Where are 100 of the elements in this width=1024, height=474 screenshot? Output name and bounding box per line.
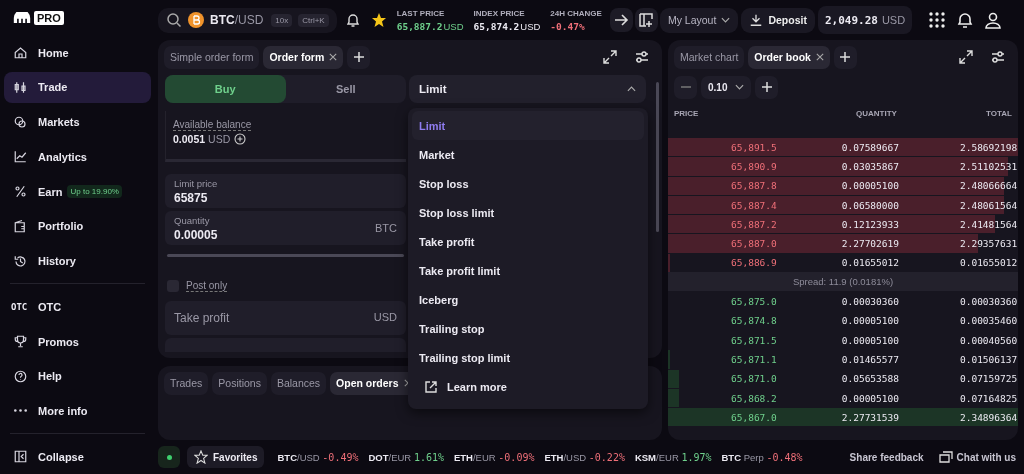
panel-tab[interactable]: Order form: [263, 45, 344, 69]
layout-dropdown[interactable]: My Layout: [659, 7, 739, 33]
add-widget-button[interactable]: [634, 8, 658, 32]
sidebar-item[interactable]: Portfolio: [4, 210, 151, 242]
menu-item[interactable]: Trailing stop limit: [412, 343, 644, 372]
menu-item[interactable]: Limit: [412, 111, 644, 140]
panel-tab[interactable]: Order book: [748, 45, 830, 69]
increase-button[interactable]: [755, 75, 779, 99]
bid-price: 65,871.1: [731, 353, 777, 365]
arrow-button[interactable]: [609, 8, 633, 32]
panel-tab[interactable]: Trades: [164, 371, 209, 395]
tick-size-dropdown[interactable]: 0.10: [701, 75, 752, 99]
total-cell: 2.48066664: [959, 180, 1018, 192]
close-icon[interactable]: [815, 53, 824, 61]
stat-label: LAST PRICE: [396, 8, 446, 18]
quantity-cell: 0.03035867: [841, 160, 899, 172]
ask-price: 65,887.2: [731, 218, 777, 230]
caret-icon: [627, 86, 636, 92]
sidebar-item[interactable]: Markets: [4, 106, 151, 138]
sidebar-item[interactable]: History: [4, 245, 151, 277]
quantity-cell: 0.01465577: [841, 353, 899, 365]
add-tab-button[interactable]: [833, 45, 857, 69]
menu-item[interactable]: Iceberg: [412, 285, 644, 314]
caret-icon: [735, 84, 745, 90]
logo-icon: [13, 11, 31, 24]
bid-price: 65,871.5: [731, 334, 777, 346]
user-icon[interactable]: [984, 11, 1003, 29]
bell-icon[interactable]: [956, 11, 975, 29]
menu-item[interactable]: Stop loss limit: [412, 198, 644, 227]
sidebar-item[interactable]: Help: [4, 360, 151, 392]
expand-icon[interactable]: [602, 49, 618, 65]
ticker-item[interactable]: BTC Perp -0.48%: [721, 451, 803, 463]
chat-link[interactable]: Chat with us: [938, 450, 1016, 464]
sidebar-item[interactable]: Promos: [4, 325, 151, 358]
deposit-button[interactable]: Deposit: [741, 7, 815, 33]
ask-price: 65,887.4: [731, 199, 777, 211]
currency-unit: USD: [373, 311, 397, 323]
add-circle-icon[interactable]: [234, 133, 247, 145]
sidebar-item[interactable]: More info: [4, 395, 151, 427]
ticker-item[interactable]: DOT/EUR 1.61%: [368, 451, 444, 463]
total-cell: 2.34896364: [959, 411, 1018, 423]
side-toggle[interactable]: Sell: [285, 75, 406, 103]
panel-tab[interactable]: Positions: [212, 371, 267, 395]
sidebar-item[interactable]: Home: [4, 36, 151, 69]
sidebar-item[interactable]: Analytics: [4, 141, 151, 173]
total-cell: 0.07159725: [959, 373, 1018, 385]
nav-icon: [13, 368, 28, 384]
bell-icon[interactable]: [344, 12, 361, 28]
column-header: QUANTITY: [856, 108, 898, 118]
chat-icon: [938, 450, 953, 464]
shortcut-hint: Ctrl+K: [298, 13, 329, 27]
ticker-item[interactable]: BTC/USD -0.49%: [277, 451, 359, 463]
quantity-field[interactable]: Quantity 0.00005 BTC: [165, 211, 406, 245]
nav-icon: [13, 149, 28, 165]
bitcoin-icon: [188, 12, 204, 28]
order-type-dropdown[interactable]: Limit: [409, 75, 646, 103]
nav-icon: [13, 334, 28, 349]
total-cell: 2.29357631: [959, 238, 1018, 250]
sidebar-item[interactable]: Earn Up to 19.90%: [4, 175, 151, 208]
market-search[interactable]: BTC/USD 10x Ctrl+K: [158, 7, 337, 33]
share-feedback-link[interactable]: Share feedback: [849, 451, 924, 463]
collapse-button[interactable]: Collapse: [4, 441, 151, 473]
close-icon[interactable]: [329, 53, 338, 61]
external-link-icon: [424, 379, 438, 394]
quantity-cell: 2.27731539: [841, 411, 899, 423]
ask-price: 65,887.0: [731, 238, 777, 250]
slider-track[interactable]: [167, 254, 404, 257]
stat-value: 65,887.2 USD: [396, 20, 464, 32]
settings-icon[interactable]: [634, 49, 650, 65]
quantity-cell: 0.05653588: [841, 373, 899, 385]
available-balance: 0.0051 USD: [173, 133, 231, 145]
menu-item[interactable]: Stop loss: [412, 169, 644, 198]
star-icon[interactable]: [370, 12, 387, 28]
total-cell: 2.48061564: [959, 199, 1018, 211]
sidebar-item[interactable]: Trade: [4, 71, 151, 104]
ticker-item[interactable]: ETH/EUR -0.09%: [454, 451, 535, 463]
account-balance[interactable]: 2,049.28 USD: [817, 6, 913, 34]
favorites-button[interactable]: Favorites: [187, 446, 265, 468]
apps-grid-icon[interactable]: [928, 11, 947, 29]
ticker-item[interactable]: ETH/USD -0.22%: [544, 451, 625, 463]
search-icon: [166, 12, 182, 28]
panel-tab[interactable]: Market chart: [674, 45, 745, 69]
menu-item[interactable]: Market: [412, 140, 644, 169]
panel-tab[interactable]: Balances: [270, 371, 327, 395]
column-header: PRICE: [674, 108, 700, 118]
decrease-button[interactable]: [674, 75, 697, 99]
limit-price-field[interactable]: Limit price 65875: [165, 174, 406, 208]
menu-item[interactable]: Trailing stop: [412, 314, 644, 343]
expand-icon[interactable]: [958, 49, 974, 65]
bid-price: 65,867.0: [731, 411, 777, 423]
ticker-item[interactable]: KSM/EUR 1.97%: [634, 451, 712, 463]
quantity-cell: 2.27702619: [841, 238, 899, 250]
settings-icon[interactable]: [990, 49, 1006, 65]
side-toggle[interactable]: Buy: [165, 75, 286, 103]
sidebar-item[interactable]: OTC OTC: [4, 291, 151, 323]
menu-item[interactable]: Take profit: [412, 227, 644, 256]
panel-tab[interactable]: Simple order form: [164, 45, 260, 69]
add-tab-button[interactable]: [347, 45, 371, 69]
plus-icon: [760, 81, 773, 93]
menu-item[interactable]: Take profit limit: [412, 256, 644, 285]
